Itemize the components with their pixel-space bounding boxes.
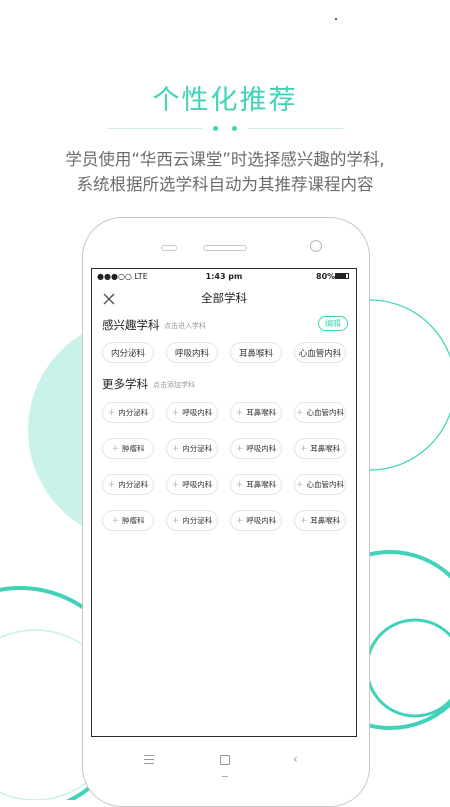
battery-percent: 80% xyxy=(316,272,336,281)
interest-chip[interactable]: 呼吸内科 xyxy=(166,342,218,363)
plus-icon: + xyxy=(171,407,180,418)
subject-label: 耳鼻喉科 xyxy=(246,480,277,489)
plus-icon: + xyxy=(171,443,180,454)
status-bar: ●●●○○ LTE 1:43 pm 80% xyxy=(92,269,356,285)
sensor-dot xyxy=(161,245,177,251)
subject-label: 内分泌科 xyxy=(182,516,213,525)
earpiece xyxy=(203,245,247,251)
phone-screen: ●●●○○ LTE 1:43 pm 80% 全部学科 感兴趣学科 点击进入学科 … xyxy=(91,268,357,737)
plus-icon: + xyxy=(111,443,120,454)
subject-label: 内分泌科 xyxy=(118,480,149,489)
subject-label: 耳鼻喉科 xyxy=(310,444,341,453)
subject-label: 呼吸内科 xyxy=(246,516,277,525)
subject-label: 耳鼻喉科 xyxy=(246,408,277,417)
interest-chip[interactable]: 耳鼻喉科 xyxy=(230,342,282,363)
more-section-hint: 点击添加学科 xyxy=(153,381,195,389)
plus-icon: + xyxy=(235,479,244,490)
subject-label: 呼吸内科 xyxy=(246,444,277,453)
subtitle-line-1: 学员使用“华西云课堂”时选择感兴趣的学科, xyxy=(65,150,385,169)
subject-label: 肿瘤科 xyxy=(122,444,145,453)
add-subject-chip[interactable]: + 呼吸内科 xyxy=(166,474,218,495)
headline: 个性化推荐 xyxy=(152,85,298,116)
menu-icon[interactable] xyxy=(144,755,154,764)
add-subject-chip[interactable]: + 肿瘤科 xyxy=(102,510,154,531)
nav-title: 全部学科 xyxy=(201,291,247,305)
add-subject-chip[interactable]: + 耳鼻喉科 xyxy=(294,510,346,531)
add-subject-chip[interactable]: + 内分泌科 xyxy=(166,438,218,459)
plus-icon: + xyxy=(299,443,308,454)
plus-icon: + xyxy=(235,515,244,526)
front-camera xyxy=(310,240,322,252)
battery-icon xyxy=(335,273,349,279)
add-subject-chip[interactable]: + 耳鼻喉科 xyxy=(230,474,282,495)
home-indicator xyxy=(222,776,228,777)
add-subject-chip[interactable]: + 肿瘤科 xyxy=(102,438,154,459)
subject-label: 肿瘤科 xyxy=(122,516,145,525)
plus-icon: + xyxy=(171,479,180,490)
interest-section-title: 感兴趣学科 xyxy=(102,318,160,332)
plus-icon: + xyxy=(295,479,304,490)
subject-label: 心血管内科 xyxy=(306,408,345,417)
home-icon[interactable] xyxy=(220,755,230,765)
plus-icon: + xyxy=(235,407,244,418)
subject-label: 呼吸内科 xyxy=(182,480,213,489)
back-icon[interactable]: ‹ xyxy=(293,753,298,765)
add-subject-chip[interactable]: + 内分泌科 xyxy=(102,474,154,495)
plus-icon: + xyxy=(235,443,244,454)
interest-chip[interactable]: 心血管内科 xyxy=(294,342,346,363)
add-subject-chip[interactable]: + 呼吸内科 xyxy=(166,402,218,423)
interest-chip[interactable]: 内分泌科 xyxy=(102,342,154,363)
add-subject-chip[interactable]: + 呼吸内科 xyxy=(230,510,282,531)
add-subject-chip[interactable]: + 呼吸内科 xyxy=(230,438,282,459)
add-subject-chip[interactable]: + 耳鼻喉科 xyxy=(230,402,282,423)
add-subject-chip[interactable]: + 心血管内科 xyxy=(294,474,346,495)
more-section-title: 更多学科 xyxy=(102,377,148,391)
plus-icon: + xyxy=(107,407,116,418)
plus-icon: + xyxy=(171,515,180,526)
plus-icon: + xyxy=(111,515,120,526)
edit-button[interactable]: 编辑 xyxy=(318,316,348,331)
plus-icon: + xyxy=(107,479,116,490)
subject-label: 内分泌科 xyxy=(182,444,213,453)
nav-bar: 全部学科 xyxy=(92,287,356,311)
add-subject-chip[interactable]: + 耳鼻喉科 xyxy=(294,438,346,459)
subject-label: 内分泌科 xyxy=(118,408,149,417)
add-subject-chip[interactable]: + 心血管内科 xyxy=(294,402,346,423)
add-subject-chip[interactable]: + 内分泌科 xyxy=(102,402,154,423)
headline-divider xyxy=(107,126,343,131)
subject-label: 呼吸内科 xyxy=(182,408,213,417)
subject-label: 耳鼻喉科 xyxy=(310,516,341,525)
interest-section-hint: 点击进入学科 xyxy=(164,322,206,330)
plus-icon: + xyxy=(295,407,304,418)
plus-icon: + xyxy=(299,515,308,526)
subtitle-line-2: 系统根据所选学科自动为其推荐课程内容 xyxy=(76,175,374,194)
subject-label: 心血管内科 xyxy=(306,480,345,489)
add-subject-chip[interactable]: + 内分泌科 xyxy=(166,510,218,531)
